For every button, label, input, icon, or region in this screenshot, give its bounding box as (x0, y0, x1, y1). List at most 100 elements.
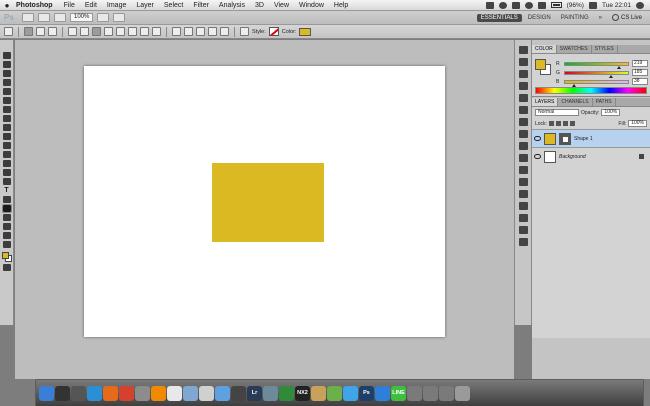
tab-layers[interactable]: LAYERS (532, 98, 559, 106)
paths-mode-button[interactable] (36, 27, 45, 36)
trash-icon[interactable] (455, 385, 470, 401)
battery-icon[interactable] (550, 2, 562, 8)
apple-menu-icon[interactable]: ● (0, 0, 14, 11)
tab-channels[interactable]: CHANNELS (558, 98, 593, 106)
launch-minibridge-button[interactable] (38, 13, 50, 22)
navigator-icon[interactable] (518, 118, 528, 126)
vlc-icon[interactable] (151, 385, 166, 401)
mini-bridge-icon[interactable] (518, 46, 528, 54)
lightroom-icon[interactable]: Lr (247, 385, 262, 401)
workspace-design[interactable]: DESIGN (524, 14, 555, 22)
notes-icon[interactable] (518, 226, 528, 234)
lock-position-icon[interactable] (562, 121, 568, 126)
red-value-field[interactable]: 219 (632, 60, 648, 67)
firefox-icon[interactable] (103, 385, 118, 401)
cs-live-button[interactable]: CS Live (608, 13, 646, 22)
clone-source-icon[interactable] (518, 202, 528, 210)
screen-mode-button[interactable] (113, 13, 126, 22)
ical-icon[interactable] (199, 385, 214, 401)
rectangle-tool-option[interactable] (92, 27, 101, 36)
path-selection-tool-icon[interactable] (2, 196, 11, 203)
itunes-icon[interactable] (215, 385, 230, 401)
menu-3d[interactable]: 3D (250, 2, 269, 9)
volume-icon[interactable] (537, 1, 546, 9)
paragraph-icon[interactable] (518, 166, 528, 174)
tab-paths[interactable]: PATHS (593, 98, 616, 106)
tool-presets-icon[interactable] (518, 214, 528, 222)
3d-icon[interactable] (518, 106, 528, 114)
exclude-shape-button[interactable] (220, 27, 229, 36)
documents-folder-icon[interactable] (423, 385, 438, 401)
layer-name[interactable]: Shape 1 (574, 136, 593, 142)
twitter-icon[interactable] (343, 385, 358, 401)
mission-control-icon[interactable] (71, 385, 86, 401)
rounded-rectangle-option[interactable] (104, 27, 113, 36)
histogram-icon[interactable] (518, 142, 528, 150)
link-style-button[interactable] (240, 27, 249, 36)
custom-shape-option[interactable] (152, 27, 161, 36)
blue-slider[interactable] (564, 79, 629, 87)
menu-extra-icon[interactable] (485, 1, 494, 9)
time-machine-icon[interactable] (498, 1, 507, 9)
crop-tool-icon[interactable] (2, 88, 11, 95)
spotlight-icon[interactable] (636, 1, 644, 9)
clock[interactable]: Tue 22:01 (602, 2, 631, 9)
type-tool-icon[interactable]: T (3, 187, 11, 194)
marquee-tool-icon[interactable] (2, 61, 11, 68)
menu-select[interactable]: Select (159, 2, 188, 9)
layer-row-shape-1[interactable]: Shape 1 (532, 129, 650, 147)
style-picker[interactable] (268, 27, 279, 36)
eraser-tool-icon[interactable] (2, 142, 11, 149)
layer-comps-icon[interactable] (518, 238, 528, 246)
quick-selection-tool-icon[interactable] (2, 79, 11, 86)
blend-mode-select[interactable]: Normal (535, 109, 579, 116)
wifi-icon[interactable] (524, 1, 533, 9)
masks-icon[interactable] (518, 94, 528, 102)
dodge-tool-icon[interactable] (2, 169, 11, 176)
tool-preset-picker[interactable] (4, 27, 13, 36)
brush-icon[interactable] (518, 190, 528, 198)
healing-brush-tool-icon[interactable] (2, 106, 11, 113)
menu-layer[interactable]: Layer (131, 2, 159, 9)
history-brush-tool-icon[interactable] (2, 133, 11, 140)
pen-tool-option[interactable] (68, 27, 77, 36)
brush-tool-icon[interactable] (2, 115, 11, 122)
document-canvas[interactable] (84, 66, 445, 337)
rectangle-tool-icon[interactable] (1, 204, 12, 213)
ellipse-tool-option[interactable] (116, 27, 125, 36)
menu-file[interactable]: File (59, 2, 80, 9)
zoom-level-select[interactable]: 100% (70, 13, 94, 22)
applications-folder-icon[interactable] (407, 385, 422, 401)
new-shape-layer-button[interactable] (172, 27, 181, 36)
shape-1-rectangle[interactable] (212, 163, 324, 242)
quick-mask-icon[interactable] (2, 264, 11, 271)
line-icon[interactable]: LINE (391, 385, 406, 401)
photoshop-icon[interactable]: Ps (359, 385, 374, 401)
menu-window[interactable]: Window (294, 2, 329, 9)
mail-icon[interactable] (183, 385, 198, 401)
menu-edit[interactable]: Edit (80, 2, 102, 9)
layer-row-background[interactable]: Background (532, 147, 650, 165)
app-store-icon[interactable] (87, 385, 102, 401)
subtract-shape-button[interactable] (196, 27, 205, 36)
tab-color[interactable]: COLOR (532, 45, 557, 53)
menu-help[interactable]: Help (329, 2, 353, 9)
nx2-icon[interactable]: NX2 (295, 385, 310, 401)
lock-transparent-icon[interactable] (548, 121, 554, 126)
character-icon[interactable] (518, 154, 528, 162)
lock-image-icon[interactable] (555, 121, 561, 126)
foreground-color-swatch[interactable] (1, 252, 9, 259)
leaf-icon[interactable] (279, 385, 294, 401)
brush-presets-icon[interactable] (518, 178, 528, 186)
pen-tool-icon[interactable] (2, 178, 11, 185)
3d-rotate-tool-icon[interactable] (2, 214, 11, 221)
add-to-shape-button[interactable] (184, 27, 193, 36)
visibility-eye-icon[interactable] (534, 136, 541, 141)
calendar-icon[interactable] (167, 385, 182, 401)
shape-color-swatch[interactable] (299, 27, 312, 36)
3d-orbit-tool-icon[interactable] (2, 223, 11, 230)
utility-icon[interactable] (263, 385, 278, 401)
downloads-folder-icon[interactable] (439, 385, 454, 401)
color-spectrum-ramp[interactable] (535, 87, 647, 94)
polygon-tool-option[interactable] (128, 27, 137, 36)
